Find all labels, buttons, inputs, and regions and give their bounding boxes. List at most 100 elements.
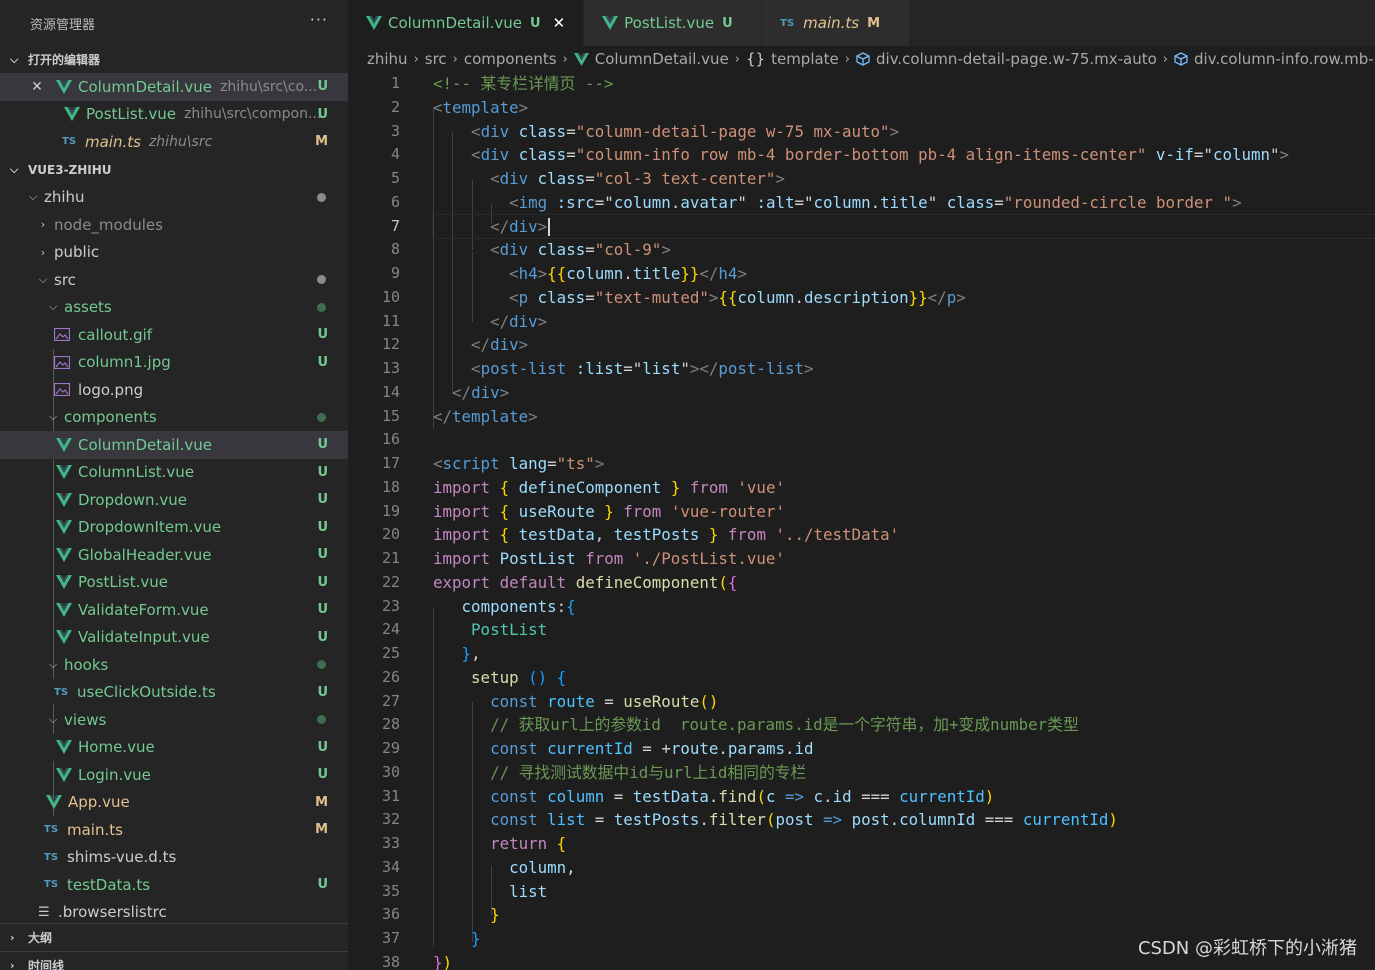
close-icon[interactable]: ✕	[26, 79, 48, 95]
close-icon[interactable]: ✕	[553, 14, 566, 32]
tab-post-list[interactable]: PostList.vue U	[584, 0, 763, 46]
code-line: PostList	[471, 620, 548, 640]
folder-name: node_modules	[54, 215, 163, 234]
file-item[interactable]: ColumnDetail.vue U	[0, 431, 348, 459]
file-main[interactable]: TS main.ts M	[0, 816, 348, 844]
line-number: 32	[381, 810, 400, 829]
chevron-right-icon: ›	[452, 51, 458, 67]
line-number: 38	[381, 952, 400, 970]
chevron-right-icon: ›	[40, 218, 46, 232]
file-shims[interactable]: TS shims-vue.d.ts	[0, 844, 348, 872]
line-number: 18	[381, 477, 400, 496]
folder-zhihu[interactable]: ⌵ zhihu	[0, 184, 348, 212]
open-editor-item[interactable]: TS main.ts zhihu\src M	[0, 128, 348, 156]
file-item[interactable]: GlobalHeader.vue U	[0, 541, 348, 569]
file-callout[interactable]: callout.gif U	[0, 321, 348, 349]
vue-file-icon	[56, 492, 72, 507]
code-line: <!-- 某专栏详情页 -->	[433, 74, 614, 93]
file-name: main.ts	[67, 820, 123, 839]
file-testdata[interactable]: TS testData.ts U	[0, 871, 348, 899]
chevron-right-icon: ›	[413, 51, 419, 67]
breadcrumb-item-element[interactable]: div.column-info.row.mb-	[1174, 50, 1374, 68]
file-name: callout.gif	[78, 325, 153, 344]
breadcrumb: zhihu › src › components › ColumnDetail.…	[348, 46, 1375, 72]
open-editor-item[interactable]: PostList.vue zhihu\src\compon... U	[0, 101, 348, 129]
project-header[interactable]: ⌵ VUE3-ZHIHU	[0, 157, 348, 184]
code-line: <post-list :list="list"></post-list>	[471, 359, 814, 378]
status-badge: U	[317, 602, 328, 618]
file-login[interactable]: Login.vue U	[0, 761, 348, 789]
line-number: 34	[381, 857, 400, 876]
folder-hooks[interactable]: ⌵ hooks	[0, 651, 348, 679]
file-column1[interactable]: column1.jpg U	[0, 349, 348, 377]
folder-components[interactable]: ⌵ components	[0, 404, 348, 432]
open-editors-header[interactable]: ⌵ 打开的编辑器	[0, 46, 348, 73]
code-line: },	[461, 644, 481, 663]
code-area[interactable]: <!-- 某专栏详情页 --> <template> <div class="c…	[432, 72, 1375, 970]
folder-name: assets	[64, 298, 112, 317]
status-badge: U	[317, 519, 328, 535]
status-badge: M	[315, 134, 328, 150]
vue-file-icon	[56, 602, 72, 617]
line-number: 37	[381, 929, 400, 947]
status-badge: U	[317, 547, 328, 563]
line-number: 11	[381, 311, 400, 330]
code-editor[interactable]: 1 2 3 4 5 6 7 8 9 10 11 12 13 14 15 16 17 18 19 20 21 22 23 24 2…	[348, 72, 1375, 970]
folder-public[interactable]: › public	[0, 239, 348, 267]
file-item[interactable]: PostList.vue U	[0, 569, 348, 597]
project-title: VUE3-ZHIHU	[28, 163, 112, 177]
breadcrumb-item-element[interactable]: div.column-detail-page.w-75.mx-auto	[856, 50, 1157, 68]
file-name: ColumnDetail.vue	[78, 435, 213, 454]
breadcrumb-item[interactable]: components	[464, 50, 557, 68]
folder-node-modules[interactable]: › node_modules	[0, 211, 348, 239]
line-number: 25	[381, 644, 400, 662]
code-line: import { testData, testPosts } from '../…	[433, 525, 900, 545]
chevron-down-icon: ⌵	[48, 300, 58, 314]
chevron-right-icon: ›	[844, 51, 850, 67]
breadcrumb-item[interactable]: src	[425, 50, 447, 68]
editor-tabs: ColumnDetail.vue U ✕ PostList.vue U TS m…	[348, 0, 1375, 46]
file-home[interactable]: Home.vue U	[0, 734, 348, 762]
folder-src[interactable]: ⌵ src	[0, 266, 348, 294]
file-item[interactable]: ColumnList.vue U	[0, 459, 348, 487]
folder-name: zhihu	[44, 188, 85, 207]
code-line: <p class="text-muted">{{column.descripti…	[509, 287, 966, 307]
line-number: 21	[381, 549, 400, 567]
line-number: 3	[390, 121, 400, 140]
file-item[interactable]: ValidateForm.vue U	[0, 596, 348, 624]
line-number: 15	[381, 406, 400, 425]
file-item[interactable]: ValidateInput.vue U	[0, 624, 348, 652]
file-browserslistrc[interactable]: ☰ .browserslistrc	[0, 899, 348, 927]
folder-views[interactable]: ⌵ views	[0, 706, 348, 734]
file-item[interactable]: Dropdown.vue U	[0, 486, 348, 514]
breadcrumb-item-template[interactable]: {} template	[746, 50, 839, 68]
line-number: 20	[381, 525, 400, 544]
file-logo[interactable]: logo.png	[0, 376, 348, 404]
file-item[interactable]: DropdownItem.vue U	[0, 514, 348, 542]
open-editor-item[interactable]: ✕ ColumnDetail.vue zhihu\src\co... U	[0, 73, 348, 101]
code-line: }	[490, 905, 500, 925]
file-app[interactable]: App.vue M	[0, 789, 348, 817]
status-badge: U	[530, 15, 541, 31]
file-name: ValidateInput.vue	[78, 628, 210, 647]
typescript-file-icon: TS	[44, 851, 59, 863]
breadcrumb-item-file[interactable]: ColumnDetail.vue	[573, 50, 729, 68]
tab-main-ts[interactable]: TS main.ts M	[762, 0, 911, 46]
outline-header[interactable]: › 大纲	[0, 924, 348, 951]
timeline-header[interactable]: › 时间线	[0, 952, 348, 970]
more-actions-icon[interactable]: ···	[310, 10, 328, 29]
breadcrumb-label: div.column-detail-page.w-75.mx-auto	[876, 50, 1157, 68]
breadcrumb-item[interactable]: zhihu	[367, 50, 408, 68]
typescript-file-icon: TS	[54, 686, 69, 698]
folder-assets[interactable]: ⌵ assets	[0, 294, 348, 322]
status-badge: U	[317, 574, 328, 590]
status-badge: U	[317, 106, 328, 122]
chevron-down-icon: ⌵	[10, 52, 19, 66]
line-number: 9	[390, 264, 400, 282]
file-name: ValidateForm.vue	[78, 600, 209, 619]
tab-column-detail[interactable]: ColumnDetail.vue U ✕	[348, 0, 585, 46]
braces-icon: {}	[745, 50, 766, 68]
file-use-click-outside[interactable]: TS useClickOutside.ts U	[0, 679, 348, 707]
code-line: <div class="col-9">	[490, 240, 671, 260]
